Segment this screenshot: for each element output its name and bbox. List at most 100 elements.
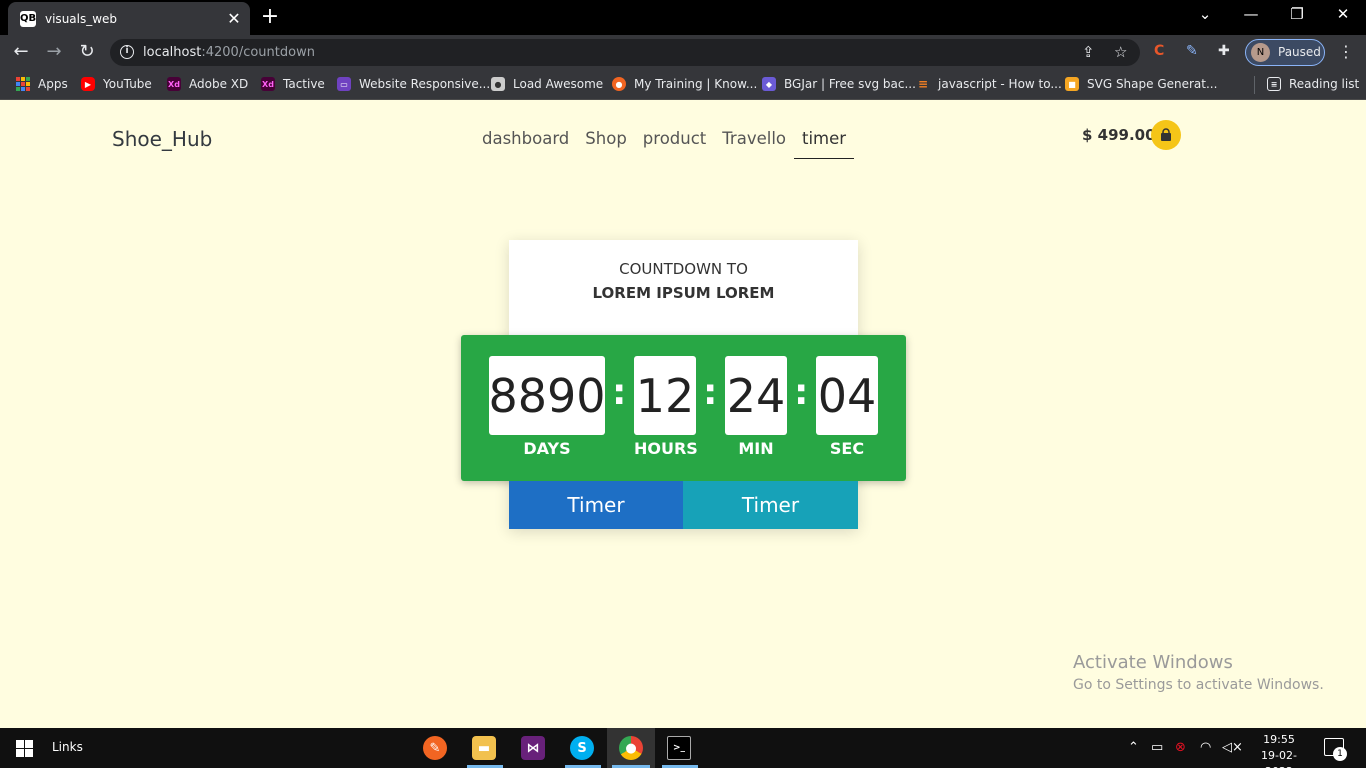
notification-badge: 1 [1333,747,1347,761]
minutes-value: 24 [725,356,787,435]
bookmark-youtube[interactable]: ▶ YouTube [81,77,152,91]
responsive-icon: ▭ [337,77,351,91]
reading-list-icon: ≡ [1267,77,1281,91]
bookmark-tactive[interactable]: Xd Tactive [261,77,325,91]
tab-favicon-icon: QB [20,10,36,27]
activate-windows-title: Activate Windows [1073,652,1233,673]
skype-icon[interactable]: S [570,736,594,760]
bookmark-my-training[interactable]: ● My Training | Know... [612,77,757,91]
adobe-xd-icon: Xd [261,77,275,91]
extension-pen-icon[interactable]: ✎ [1186,43,1198,59]
tray-overflow-icon[interactable]: ⌃ [1128,740,1139,755]
seconds-value: 04 [816,356,878,435]
browser-tab[interactable]: QB visuals_web ✕ [8,2,250,35]
forward-icon[interactable]: → [43,41,65,62]
minutes-unit: 24 MIN [725,356,787,458]
window-close-icon[interactable]: ✕ [1328,5,1358,23]
days-value: 8890 [488,356,606,435]
countdown-heading: COUNTDOWN TO [619,260,748,278]
bookmark-svg-shape[interactable]: ■ SVG Shape Generat... [1065,77,1217,91]
battery-icon[interactable]: ▭ [1151,740,1163,755]
days-label: DAYS [523,439,571,458]
days-unit: 8890 DAYS [488,356,606,458]
separator: : [612,372,627,413]
file-explorer-icon[interactable]: ▬ [472,736,496,760]
bookmark-stackoverflow[interactable]: ≡ javascript - How to... [916,77,1062,91]
bookmarks-bar: Apps ▶ YouTube Xd Adobe XD Xd Tactive ▭ … [0,70,1366,100]
youtube-icon: ▶ [81,77,95,91]
bookmark-divider [1254,76,1255,94]
hours-value: 12 [634,356,696,435]
tab-close-icon[interactable]: ✕ [222,9,246,28]
reading-list-button[interactable]: ≡ Reading list [1267,77,1359,91]
profile-button[interactable]: N Paused [1245,39,1325,66]
bookmark-load-awesome[interactable]: ● Load Awesome [491,77,603,91]
seconds-unit: 04 SEC [816,356,878,458]
main-nav: dashboard Shop product Travello timer [474,119,855,159]
chrome-icon[interactable]: ● [619,736,643,760]
url-text[interactable]: localhost:4200/countdown [143,45,315,60]
nav-timer[interactable]: timer [794,119,855,159]
restore-icon[interactable]: ❐ [1282,5,1312,23]
extension-c-icon[interactable]: C [1154,43,1164,59]
bookmark-bgjar[interactable]: ◆ BGJar | Free svg bac... [762,77,916,91]
taskbar-links[interactable]: Links [52,740,83,754]
reload-icon[interactable]: ↻ [76,41,98,62]
back-icon[interactable]: ← [10,41,32,62]
separator: : [794,372,809,413]
windows-start-icon[interactable] [16,740,33,757]
minutes-label: MIN [738,439,774,458]
extensions-puzzle-icon[interactable]: ✚ [1218,43,1230,59]
sketch-app-icon[interactable]: ✎ [423,736,447,760]
bgjar-icon: ◆ [762,77,776,91]
nav-shop[interactable]: Shop [577,119,635,159]
share-icon[interactable]: ⇪ [1082,43,1095,61]
visual-studio-icon[interactable]: ⋈ [521,736,545,760]
bookmark-website-responsive[interactable]: ▭ Website Responsive... [337,77,490,91]
clock-date: 19-02-2022 [1261,749,1297,768]
timer-panel: 8890 DAYS : 12 HOURS : 24 MIN : 04 SEC [461,335,906,481]
network-error-icon[interactable]: ⊗ [1175,740,1186,755]
cart-button[interactable] [1151,120,1181,150]
countdown-event: LOREM IPSUM LOREM [592,284,775,302]
wifi-icon[interactable]: ◠ [1200,740,1211,755]
nav-travello[interactable]: Travello [714,119,794,159]
browser-toolbar: ← → ↻ i localhost:4200/countdown ⇪ ☆ C ✎… [0,35,1366,70]
windows-taskbar: Links ✎ ▬ ⋈ S ● >_ ⌃ ▭ ⊗ ◠ ◁× 19:55 19-0… [0,728,1366,768]
volume-muted-icon[interactable]: ◁× [1222,740,1243,755]
profile-status: Paused [1278,45,1321,59]
new-tab-icon[interactable]: + [258,4,282,29]
browser-menu-icon[interactable]: ⋮ [1338,42,1354,61]
apps-grid-icon [16,77,30,91]
minimize-icon[interactable]: — [1236,5,1266,23]
terminal-icon[interactable]: >_ [667,736,691,760]
tab-search-icon[interactable]: ⌄ [1190,5,1220,23]
activate-windows-subtitle: Go to Settings to activate Windows. [1073,677,1324,693]
seconds-label: SEC [829,439,865,458]
profile-avatar: N [1251,43,1270,62]
site-info-icon[interactable]: i [120,45,134,59]
nav-dashboard[interactable]: dashboard [474,119,577,159]
training-icon: ● [612,77,626,91]
bookmark-apps[interactable]: Apps [16,77,68,91]
clock-time: 19:55 [1263,733,1295,746]
system-clock[interactable]: 19:55 19-02-2022 [1248,732,1310,768]
bookmark-adobe-xd[interactable]: Xd Adobe XD [167,77,248,91]
stackoverflow-icon: ≡ [917,77,929,91]
address-bar[interactable]: i localhost:4200/countdown ⇪ ☆ [110,39,1140,66]
timer-button-secondary[interactable]: Timer [683,481,858,529]
timer-button-primary[interactable]: Timer [509,481,683,529]
page-content: Shoe_Hub dashboard Shop product Travello… [0,101,1366,728]
brand-logo[interactable]: Shoe_Hub [112,127,212,151]
bookmark-star-icon[interactable]: ☆ [1114,43,1127,61]
nav-product[interactable]: product [635,119,714,159]
svg-shape-icon: ■ [1065,77,1079,91]
shopping-bag-icon [1161,128,1171,141]
load-awesome-icon: ● [491,77,505,91]
hours-unit: 12 HOURS [634,356,698,458]
hours-label: HOURS [634,439,698,458]
browser-titlebar: QB visuals_web ✕ + ⌄ — ❐ ✕ [0,0,1366,35]
adobe-xd-icon: Xd [167,77,181,91]
separator: : [703,372,718,413]
cart-total: $ 499.00 [1082,126,1156,144]
